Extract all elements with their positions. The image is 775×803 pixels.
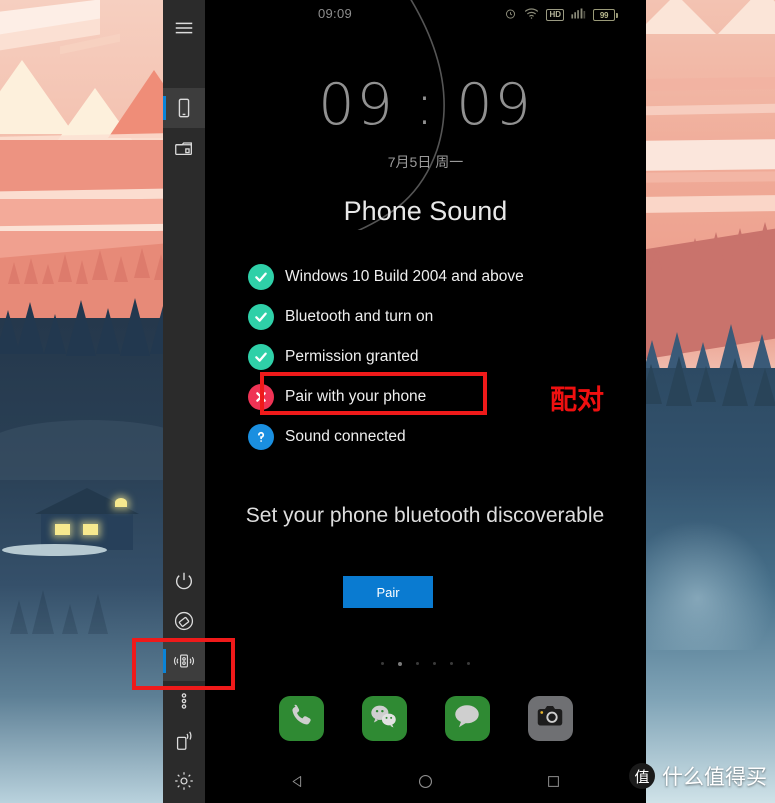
power-icon [173,570,195,592]
app-icon-camera[interactable] [527,696,573,741]
question-circle-icon [248,424,274,450]
mist-hill [0,420,163,480]
page-dot-active[interactable] [398,662,402,666]
sidebar-item-rotate[interactable] [163,601,205,641]
app-icon-phone[interactable] [278,696,324,741]
wechat-icon [369,701,399,736]
app-icon-messages[interactable] [444,696,490,741]
night-scene [0,318,163,803]
sky-band [646,76,775,92]
more-vertical-icon [173,690,195,712]
checklist-row-bluetooth: Bluetooth and turn on [248,297,524,337]
wifi-icon [524,7,539,23]
checklist-row-permission: Permission granted [248,337,524,377]
far-treeline [0,248,163,288]
android-navigation-bar [205,771,646,797]
status-time: 09:09 [318,6,353,21]
checklist-label: Permission granted [285,348,419,365]
annotation-chinese-note: 配对 [550,385,604,416]
sky-band [646,194,775,214]
square-recents-icon [546,774,561,794]
page-title: Phone Sound [343,196,508,226]
nav-recents-button[interactable] [541,771,567,797]
page-dot[interactable] [467,662,470,665]
checklist-label: Bluetooth and turn on [285,308,434,325]
camera-icon [535,701,565,736]
page-dot[interactable] [433,662,436,665]
sky-band [646,139,775,171]
signal-bars-icon [571,7,586,23]
checklist-label: Windows 10 Build 2004 and above [285,268,524,285]
lockscreen-date: 7月5日 周一 [387,154,464,170]
watermark-text: 什么值得买 [662,765,767,789]
alarm-icon [504,7,517,23]
annotation-highlight-sidebar-sound [132,638,235,690]
lockscreen-clock: 09 : 09 [318,72,533,138]
sidebar-top-group [163,0,205,168]
snow-patch [2,544,107,556]
watermark-logo: 值 [629,763,655,789]
mist-glow [646,520,775,650]
sky-band [0,140,163,192]
nav-back-button[interactable] [285,771,311,797]
sidebar-item-phone-screen[interactable] [163,88,205,128]
check-circle-icon [248,304,274,330]
page-dot[interactable] [381,662,384,665]
page-dot[interactable] [416,662,419,665]
phone-mirror-screen: 09:09 HD 99 09: 09 7月5日 周一 Phone Sound … [205,0,646,803]
sky-band [646,171,775,183]
battery-icon: 99 [593,9,618,21]
check-circle-icon [248,344,274,370]
checklist-row-windows-build: Windows 10 Build 2004 and above [248,257,524,297]
desktop-wallpaper-right [646,0,775,803]
pine-ridge [646,356,775,406]
sky-band [0,199,163,227]
chat-bubble-icon [452,701,482,736]
checklist-label: Sound connected [285,428,406,445]
phone-sound-checklist: Windows 10 Build 2004 and above Bluetoot… [248,257,524,457]
nav-home-button[interactable] [413,771,439,797]
sidebar-item-cast[interactable] [163,721,205,761]
phone-status-bar: 09:09 HD 99 [205,0,646,30]
sidebar-item-power[interactable] [163,561,205,601]
hd-icon: HD [546,9,564,21]
gear-icon [173,770,195,792]
phone-dock [205,696,646,741]
folder-files-icon [173,137,195,159]
annotation-highlight-pair-row [260,372,487,415]
app-icon-wechat[interactable] [361,696,407,741]
instruction-text: Set your phone bluetooth discoverable [245,504,605,527]
page-dot[interactable] [450,662,453,665]
status-icon-group: HD 99 [504,7,618,23]
phone-screen-icon [173,97,195,119]
far-treeline [646,222,775,270]
pair-button[interactable]: Pair [343,576,433,608]
triangle-back-icon [290,774,305,794]
sidebar-item-menu[interactable] [163,8,205,48]
pine-foreground [0,298,163,356]
phone-cast-icon [173,730,195,752]
checklist-row-sound-connected: Sound connected [248,417,524,457]
phone-handset-icon [286,701,316,736]
screen-rotation-icon [173,610,195,632]
hamburger-menu-icon [173,17,195,39]
circle-home-icon [417,773,434,795]
sidebar-item-settings[interactable] [163,761,205,801]
check-circle-icon [248,264,274,290]
watermark: 值 什么值得买 [629,761,767,791]
battery-level: 99 [593,9,615,21]
phone-link-window: 09:09 HD 99 09: 09 7月5日 周一 Phone Sound … [163,0,646,803]
sidebar-item-files[interactable] [163,128,205,168]
home-page-indicator [205,662,646,666]
screenshot-root: 09:09 HD 99 09: 09 7月5日 周一 Phone Sound … [0,0,775,803]
